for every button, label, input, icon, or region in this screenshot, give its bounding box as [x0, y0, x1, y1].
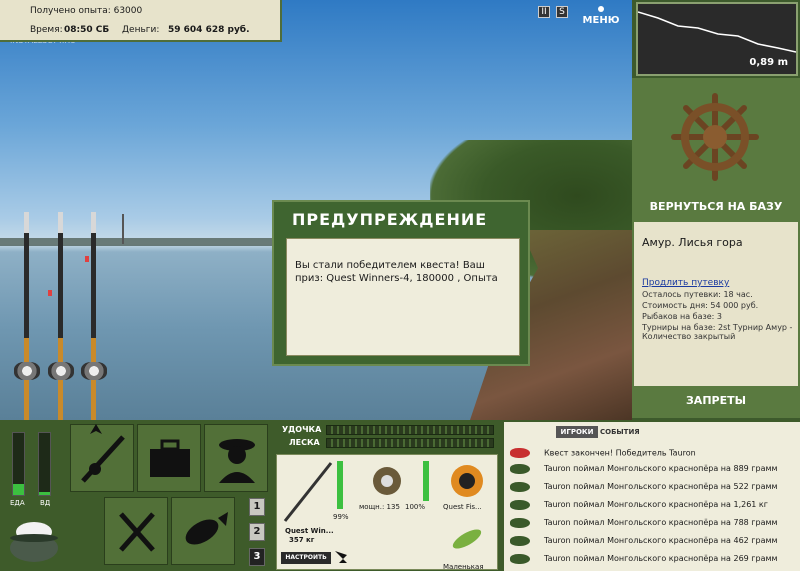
far-shore [0, 238, 280, 246]
fishing-line-spool-icon[interactable] [447, 461, 487, 501]
reel-icon [81, 362, 107, 380]
rod-slot-3[interactable]: 3 [249, 548, 265, 566]
fish-icon [510, 481, 530, 492]
line-gauge-label: ЛЕСКА [289, 438, 320, 447]
float-icon [48, 290, 52, 296]
depth-panel: 0,89 m [636, 2, 798, 76]
food-meter [12, 432, 25, 496]
return-to-base-button[interactable]: ВЕРНУТЬСЯ НА БАЗУ [632, 200, 800, 213]
fish-icon [510, 535, 530, 546]
reel-condition-bar [423, 461, 429, 501]
extend-permit-link[interactable]: Продлить путевку [642, 278, 729, 288]
time-value: 08:50 СБ [64, 25, 110, 35]
setup-button[interactable]: НАСТРОИТЬ [281, 552, 331, 564]
fish-icon [185, 512, 228, 545]
fish-icon [510, 517, 530, 528]
log-row: Tauron поймал Монгольского краснопёра на… [510, 497, 798, 513]
warning-dialog: ПРЕДУПРЕЖДЕНИЕ Вы стали победителем квес… [272, 200, 530, 366]
tackle-panel: 99% Quest Win... 357 кг НАСТРОИТЬ мощн.:… [276, 454, 498, 571]
rod-name: Quest Win... [285, 527, 334, 535]
log-row: Tauron поймал Монгольского краснопёра на… [510, 533, 798, 549]
water-label: ВД [40, 499, 51, 507]
lure-icon [510, 448, 530, 458]
rod-tool-button[interactable] [70, 424, 134, 492]
tackle-box-icon [150, 439, 190, 477]
dialog-title: ПРЕДУПРЕЖДЕНИЕ [292, 210, 488, 229]
tab-events[interactable]: СОБЫТИЯ [600, 426, 640, 438]
rod-icon[interactable] [281, 459, 335, 525]
log-row-text: Tauron поймал Монгольского краснопёра на… [544, 464, 778, 473]
log-row: Tauron поймал Монгольского краснопёра на… [510, 551, 798, 567]
time-label: Время: [30, 25, 63, 35]
base-info-panel: Амур. Лисья гора Продлить путевку Остало… [634, 222, 798, 386]
water-meter [38, 432, 51, 496]
log-row-text: Tauron поймал Монгольского краснопёра на… [544, 536, 778, 545]
experience-text: Получено опыта: 63000 [30, 6, 143, 16]
log-row: Tauron поймал Монгольского краснопёра на… [510, 461, 798, 477]
tower-icon [122, 214, 124, 244]
fishing-rod-2[interactable] [58, 212, 63, 420]
ship-wheel-icon[interactable] [670, 92, 760, 182]
rod-slot-2[interactable]: 2 [249, 523, 265, 541]
fish-cage-button[interactable] [171, 497, 235, 565]
rod-icon [81, 435, 125, 483]
bans-button[interactable]: ЗАПРЕТЫ [632, 394, 800, 407]
rod-slot-1[interactable]: 1 [249, 498, 265, 516]
rod-gauge-label: УДОЧКА [282, 425, 322, 434]
rod-condition-bar [337, 461, 343, 509]
lure-name: Маленькая [443, 563, 484, 571]
fishers-count: Рыбаков на базе: 3 [642, 312, 722, 321]
line-name: Quest Fis... [443, 503, 482, 511]
reel-icon[interactable] [367, 461, 407, 501]
cursor-icon [90, 424, 102, 434]
reel-condition: 100% [405, 503, 426, 511]
status-panel: Получено опыта: 63000 Время: 08:50 СБ Де… [0, 0, 282, 42]
fish-icon [510, 499, 530, 510]
base-name: Амур. Лисья гора [642, 236, 743, 249]
food-label: ЕДА [10, 499, 25, 507]
log-header-text: Квест закончен! Победитель Tauron [544, 448, 696, 458]
day-cost: Стоимость дня: 54 000 руб. [642, 301, 759, 310]
float-icon [85, 256, 89, 262]
gear-icon [598, 6, 604, 12]
menu-button[interactable]: МЕНЮ [580, 4, 622, 26]
log-row-text: Tauron поймал Монгольского краснопёра на… [544, 500, 768, 509]
permit-remaining: Осталось путевки: 18 час. [642, 290, 753, 299]
rod-condition: 99% [333, 513, 349, 521]
reel-icon [48, 362, 74, 380]
tournaments-info: Турниры на базе: 2st Турнир Амур - Колич… [642, 323, 793, 341]
depth-value: 0,89 m [749, 57, 788, 68]
fish-icon [510, 463, 530, 474]
money-value: 59 604 628 руб. [168, 25, 250, 35]
log-row-text: Tauron поймал Монгольского краснопёра на… [544, 554, 778, 563]
food-pot-icon[interactable] [6, 512, 62, 564]
arrow-down-right-icon[interactable] [335, 551, 347, 563]
log-row-text: Tauron поймал Монгольского краснопёра на… [544, 518, 778, 527]
rod-tension-gauge [326, 425, 494, 435]
pause-button[interactable]: II [538, 6, 550, 18]
fisherman-button[interactable] [204, 424, 268, 492]
reel-icon [14, 362, 40, 380]
money-label: Деньги: [122, 25, 160, 35]
event-log-panel: ИГРОКИ СОБЫТИЯ Квест закончен! Победител… [504, 422, 800, 571]
sound-button[interactable]: S [556, 6, 568, 18]
tab-players[interactable]: ИГРОКИ [556, 426, 598, 438]
menu-label: МЕНЮ [582, 15, 620, 26]
fisherman-icon [219, 439, 255, 483]
rod-max-weight: 357 кг [289, 536, 315, 544]
log-row: Tauron поймал Монгольского краснопёра на… [510, 479, 798, 495]
fish-icon [510, 553, 530, 564]
reel-power: мощн.: 135 [359, 503, 400, 511]
eat-button[interactable] [104, 497, 168, 565]
lure-icon[interactable] [447, 519, 487, 559]
log-row-text: Tauron поймал Монгольского краснопёра на… [544, 482, 778, 491]
log-row: Tauron поймал Монгольского краснопёра на… [510, 515, 798, 531]
fishing-rod-3[interactable] [91, 212, 96, 420]
tackle-box-button[interactable] [137, 424, 201, 492]
log-header: Квест закончен! Победитель Tauron [510, 448, 696, 458]
fork-knife-icon [119, 512, 155, 552]
fishing-rod-1[interactable] [24, 212, 29, 420]
dialog-message: Вы стали победителем квеста! Ваш приз: Q… [286, 238, 520, 356]
line-tension-gauge [326, 438, 494, 448]
